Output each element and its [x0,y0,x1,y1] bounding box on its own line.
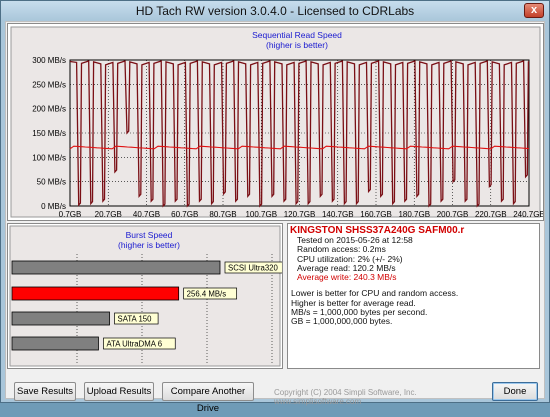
read-x-tick-label: 120.7GB [284,210,316,219]
read-x-tick-label: 240.7GB [513,210,543,219]
read-x-tick-label: 80.7GB [209,210,236,219]
read-chart-title: Sequential Read Speed [252,30,342,40]
read-x-tick-label: 100.7GB [245,210,277,219]
burst-chart-title: Burst Speed [126,230,173,240]
burst-bar-label: ATA UltraDMA 6 [106,340,162,349]
title-bar[interactable]: HD Tach RW version 3.0.4.0 - Licensed to… [1,1,549,21]
burst-speed-panel: Burst Speed (higher is better) SCSI Ultr… [7,223,283,369]
burst-bar-label: SCSI Ultra320 [228,264,278,273]
read-y-tick-label: 300 MB/s [32,56,66,65]
close-button[interactable]: x [524,3,544,18]
read-x-tick-label: 60.7GB [171,210,198,219]
read-y-tick-label: 250 MB/s [32,80,66,89]
read-x-tick-label: 220.7GB [475,210,507,219]
note-gb-definition: GB = 1,000,000,000 bytes. [291,316,393,327]
burst-speed-chart: Burst Speed (higher is better) SCSI Ultr… [9,225,282,367]
copyright-text: Copyright (C) 2004 Simpli Software, Inc.… [274,388,417,406]
sequential-read-chart: Sequential Read Speed (higher is better)… [10,26,543,219]
save-results-button[interactable]: Save Results [14,382,76,401]
average-write-text: Average write: 240.3 MB/s [297,272,397,283]
burst-bar-reference [11,260,221,275]
sequential-read-panel: Sequential Read Speed (higher is better)… [7,23,544,221]
results-info-panel: KINGSTON SHSS37A240G SAFM00.r Tested on … [287,223,540,369]
burst-chart-subtitle: (higher is better) [118,240,180,250]
read-y-tick-label: 50 MB/s [37,178,66,187]
read-x-tick-label: 180.7GB [398,210,430,219]
read-x-tick-label: 160.7GB [360,210,392,219]
read-x-tick-label: 200.7GB [437,210,469,219]
read-y-tick-label: 150 MB/s [32,129,66,138]
read-y-tick-label: 200 MB/s [32,105,66,114]
burst-bar-reference [11,336,99,351]
read-chart-subtitle: (higher is better) [266,40,328,50]
burst-bar-label: SATA 150 [118,315,153,324]
read-x-tick-label: 0.7GB [59,210,82,219]
app-window: HD Tach RW version 3.0.4.0 - Licensed to… [0,0,550,414]
burst-bar-label: 256.4 MB/s [187,290,227,299]
burst-bar-reference [11,311,110,326]
burst-bar-drive [11,286,180,301]
compare-another-drive-button[interactable]: Compare Another Drive [162,382,254,414]
window-title: HD Tach RW version 3.0.4.0 - Licensed to… [135,4,415,18]
read-x-tick-label: 140.7GB [322,210,354,219]
read-x-tick-label: 20.7GB [95,210,122,219]
upload-results-button[interactable]: Upload Results [84,382,154,401]
client-area: Sequential Read Speed (higher is better)… [5,21,545,414]
read-y-tick-label: 100 MB/s [32,153,66,162]
done-button[interactable]: Done [492,382,538,401]
read-x-tick-label: 40.7GB [133,210,160,219]
